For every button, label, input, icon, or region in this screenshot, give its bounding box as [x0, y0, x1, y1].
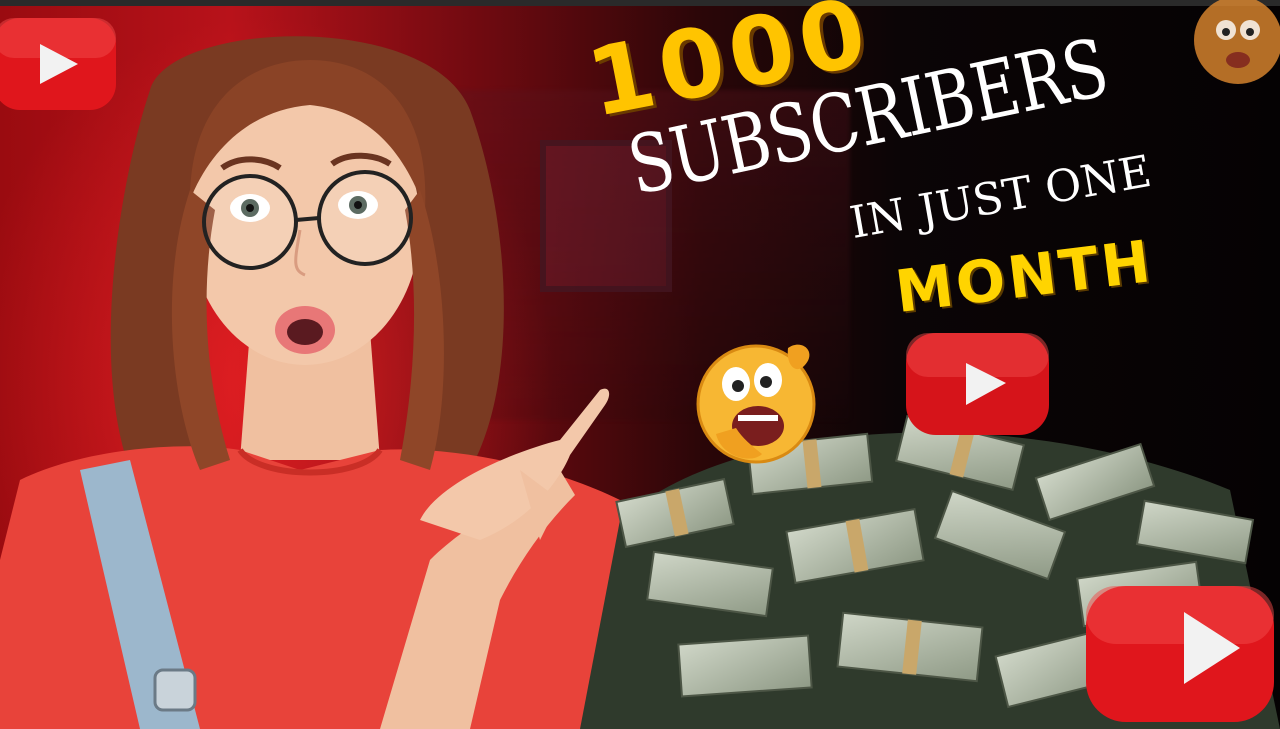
youtube-play-icon: [1086, 586, 1274, 722]
thumbnail-canvas: 1000 SUBSCRIBERS IN JUST ONE MONTH: [0, 0, 1280, 729]
shocked-emoji-icon: [696, 344, 816, 464]
headline-month: MONTH: [891, 226, 1157, 326]
youtube-play-icon: [906, 333, 1049, 435]
youtube-play-icon: [0, 18, 116, 110]
shocked-emoji-icon: [1194, 0, 1280, 84]
